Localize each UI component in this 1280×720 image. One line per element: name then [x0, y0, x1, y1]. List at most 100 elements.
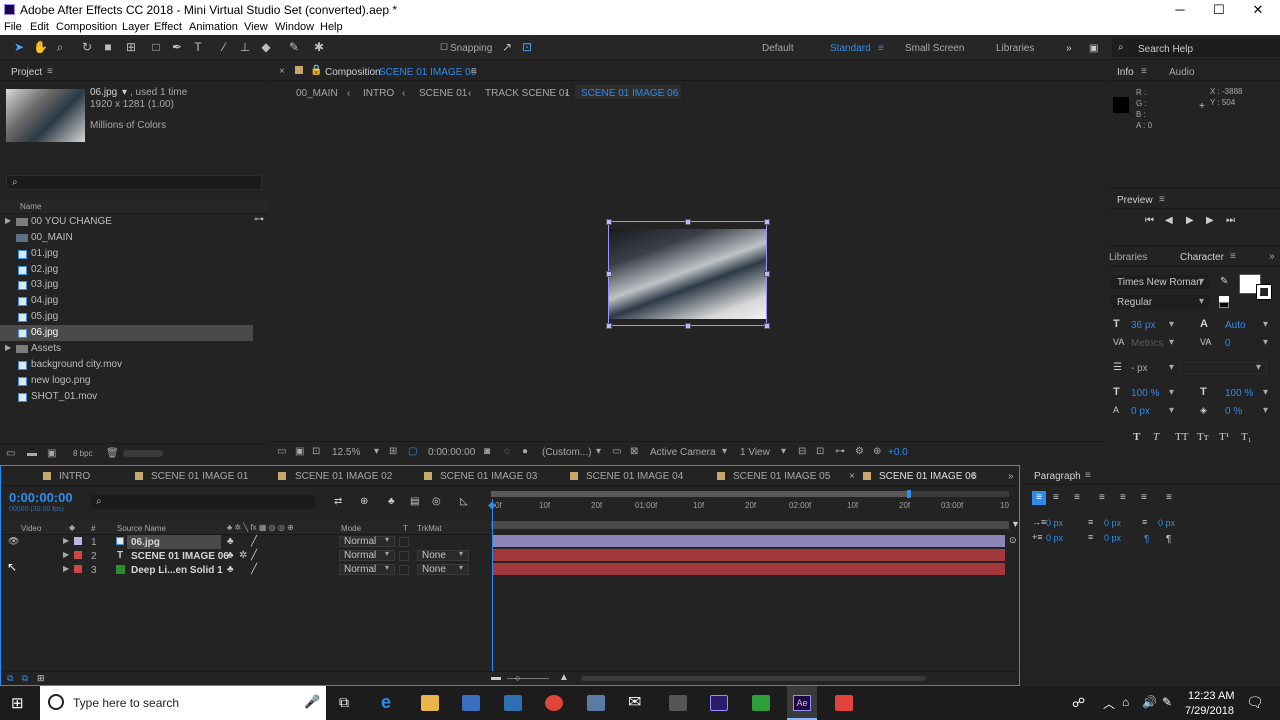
space-before-value[interactable]: 0 px	[1046, 533, 1063, 543]
workspace-small-screen[interactable]: Small Screen	[905, 43, 964, 54]
source-name-column[interactable]: Source Name	[117, 524, 166, 533]
save-app-icon[interactable]	[504, 695, 522, 711]
playhead-icon[interactable]: ◆	[488, 500, 496, 511]
zoom-tool-icon[interactable]: ⌕	[53, 40, 67, 54]
workspace-default[interactable]: Default	[762, 43, 794, 54]
frame-blending-icon[interactable]: ▤	[410, 496, 419, 507]
selection-tool-icon[interactable]: ➤	[12, 40, 26, 54]
panel-menu-icon[interactable]: ≡	[47, 66, 53, 77]
list-item-selected[interactable]: 06.jpg	[0, 325, 253, 341]
number-column[interactable]: #	[91, 524, 95, 533]
work-area-bar[interactable]	[491, 490, 1009, 498]
show-hidden-icons-icon[interactable]: ︿	[1103, 695, 1115, 712]
expand-arrow-icon[interactable]: ▶	[63, 550, 69, 559]
list-item[interactable]: 00_MAIN	[0, 230, 253, 246]
composition-tab-name[interactable]: SCENE 01 IMAGE 06	[379, 67, 476, 78]
panel-menu-icon[interactable]: ≡	[1159, 194, 1165, 205]
tab-scene-01-image-06[interactable]: SCENE 01 IMAGE 06	[879, 471, 976, 482]
search-help-box[interactable]: ⌕ Search Help	[1112, 37, 1280, 57]
layer-label-color[interactable]	[74, 551, 82, 559]
transfer-controls-icon[interactable]: ⧉	[22, 673, 28, 684]
next-frame-icon[interactable]: ▶	[1206, 215, 1214, 226]
breadcrumb-intro[interactable]: INTRO	[363, 88, 394, 99]
minimize-button[interactable]: ─	[1170, 2, 1190, 17]
after-effects-taskbar-button[interactable]: Ae	[787, 686, 817, 720]
store-icon[interactable]	[462, 695, 480, 711]
flowchart-icon[interactable]: ⊶	[254, 214, 264, 225]
stroke-style-dropdown[interactable]: ▾	[1179, 362, 1267, 374]
lock-icon[interactable]: 🔒	[310, 65, 322, 76]
audio-tab[interactable]: Audio	[1169, 67, 1195, 78]
name-column[interactable]: Name	[20, 202, 41, 211]
expand-icon[interactable]: »	[1269, 251, 1275, 262]
type-tool-icon[interactable]: T	[191, 40, 205, 54]
rectangle-tool-icon[interactable]: □	[149, 40, 163, 54]
shy-layers-icon[interactable]: ♣	[388, 496, 395, 507]
stroke-color-swatch[interactable]	[1256, 284, 1272, 300]
stroke-width-value[interactable]: - px	[1131, 363, 1148, 374]
menu-layer[interactable]: Layer	[122, 21, 150, 33]
trkmat-column[interactable]: TrkMat	[417, 524, 442, 533]
tab-intro[interactable]: INTRO	[59, 471, 90, 482]
tab-scene-01-image-01[interactable]: SCENE 01 IMAGE 01	[151, 471, 248, 482]
eye-icon[interactable]: 👁	[8, 536, 19, 547]
breadcrumb-00-main[interactable]: 00_MAIN	[296, 88, 338, 99]
shy-icon[interactable]: ♣	[227, 536, 234, 547]
list-item[interactable]: 03.jpg	[0, 277, 253, 293]
handle-left[interactable]	[606, 271, 612, 277]
close-tab-icon[interactable]: ×	[849, 471, 855, 482]
toggle-pixel-aspect-icon[interactable]: ⊟	[798, 446, 806, 457]
eraser-tool-icon[interactable]: ◆	[259, 40, 273, 54]
tab-scene-01-image-02[interactable]: SCENE 01 IMAGE 02	[295, 471, 392, 482]
info-tab[interactable]: Info	[1117, 67, 1134, 78]
leading-value[interactable]: Auto	[1225, 320, 1246, 331]
workspace-menu-icon[interactable]: ≡	[878, 43, 884, 54]
breadcrumb-current[interactable]: SCENE 01 IMAGE 06	[575, 85, 681, 99]
grid-icon[interactable]: ⊞	[389, 446, 397, 457]
layer-bar-2[interactable]	[493, 549, 1005, 561]
t-column[interactable]: T	[403, 524, 408, 533]
first-frame-icon[interactable]: ⏮	[1145, 215, 1154, 226]
preview-tab[interactable]: Preview	[1117, 195, 1153, 206]
mail-icon[interactable]: ✉	[628, 692, 641, 712]
panel-menu-icon[interactable]: ≡	[471, 66, 477, 77]
new-composition-icon[interactable]: ▣	[47, 448, 56, 459]
trash-icon[interactable]: 🗑	[106, 448, 119, 459]
layer-name[interactable]: Deep Li...en Solid 1	[131, 565, 223, 576]
sync-settings-icon[interactable]: ▣	[1089, 43, 1098, 54]
timeline-search-input[interactable]: ⌕	[91, 495, 315, 509]
interpret-footage-icon[interactable]: ▭	[6, 448, 15, 459]
libraries-tab[interactable]: Libraries	[1109, 252, 1147, 263]
work-area-range[interactable]	[491, 491, 909, 497]
list-item[interactable]: 01.jpg	[0, 246, 253, 262]
calculator-icon[interactable]	[669, 695, 687, 711]
motion-blur-icon[interactable]: ◎	[432, 496, 441, 507]
align-left-icon[interactable]: ≡	[1032, 491, 1046, 505]
menu-help[interactable]: Help	[320, 21, 343, 33]
bit-depth-button[interactable]: 8 bpc	[73, 449, 93, 458]
timeline-timecode[interactable]: 0:00:00:00	[9, 490, 73, 505]
justify-last-left-icon[interactable]: ≡	[1099, 492, 1105, 503]
view-options-icon[interactable]: ⊡	[312, 446, 320, 457]
pen-tool-icon[interactable]: ✒	[170, 40, 184, 54]
notes-icon[interactable]	[587, 695, 605, 711]
rtl-direction-icon[interactable]: ¶	[1166, 534, 1171, 545]
align-center-icon[interactable]: ≡	[1053, 492, 1059, 503]
timeline-scrollbar[interactable]	[581, 676, 926, 681]
panel-menu-icon[interactable]: ≡	[1085, 470, 1091, 481]
layer-name[interactable]: 06.jpg	[131, 537, 160, 548]
roto-brush-tool-icon[interactable]: ✎	[287, 40, 301, 54]
panel-menu-icon[interactable]: ≡	[1230, 251, 1236, 262]
list-item[interactable]: ▶ Assets	[0, 341, 253, 357]
horizontal-scale-value[interactable]: 100 %	[1225, 388, 1253, 399]
camera-dropdown[interactable]: Active Camera	[650, 447, 716, 458]
tsume-value[interactable]: 0 %	[1225, 406, 1242, 417]
indent-left-value[interactable]: 0 px	[1046, 518, 1063, 528]
font-style-dropdown[interactable]: Regular ▾	[1111, 295, 1209, 309]
justify-all-icon[interactable]: ≡	[1166, 492, 1172, 503]
microphone-icon[interactable]: 🎤	[304, 694, 320, 710]
language-icon[interactable]: ✎	[1162, 695, 1172, 709]
camera-tool-icon[interactable]: ■	[101, 40, 115, 54]
current-time[interactable]: 0:00:00:00	[428, 447, 475, 458]
work-area-end-handle[interactable]	[907, 490, 911, 498]
